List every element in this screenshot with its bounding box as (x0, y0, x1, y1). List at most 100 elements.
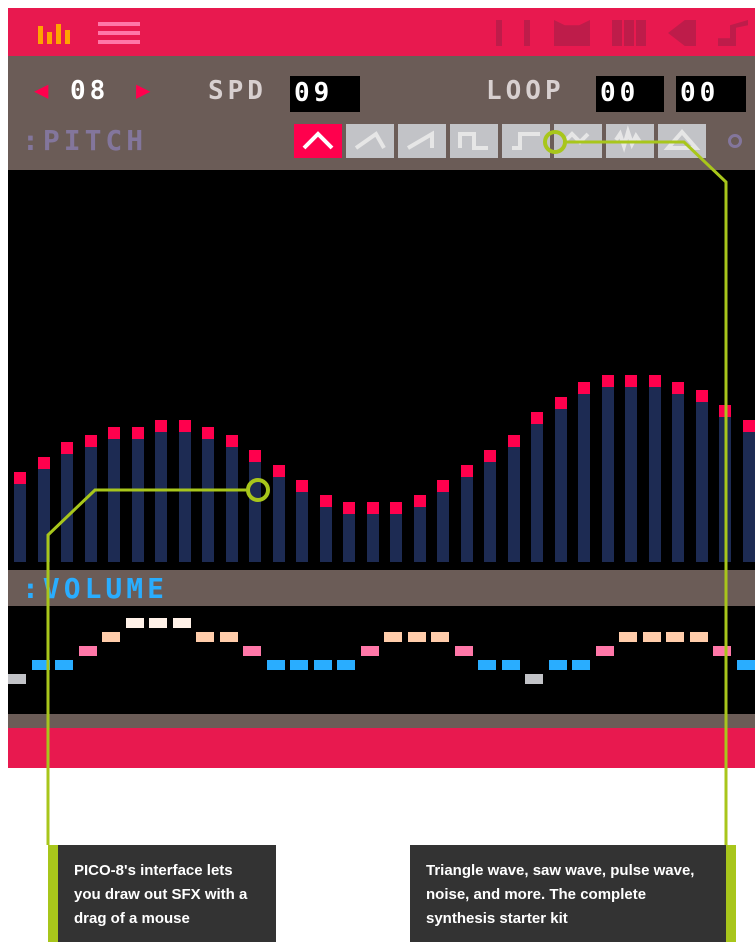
pitch-bar[interactable] (648, 374, 661, 562)
waveform-more-icon[interactable] (728, 134, 742, 148)
pitch-bar-tip (437, 479, 449, 492)
pitch-bar[interactable] (437, 479, 449, 562)
volume-step[interactable] (572, 660, 590, 670)
pitch-bar[interactable] (178, 419, 191, 562)
pitch-bar-tip (531, 412, 543, 424)
phaser-wave-button[interactable] (658, 124, 706, 158)
triangle-wave-button[interactable] (294, 124, 342, 158)
volume-step[interactable] (619, 632, 637, 642)
volume-step[interactable] (78, 646, 97, 656)
pitch-bar[interactable] (249, 449, 261, 562)
pitch-bar-tip (648, 374, 661, 387)
pitch-bar[interactable] (319, 494, 332, 562)
volume-step[interactable] (689, 632, 708, 642)
pitch-bar[interactable] (507, 434, 520, 562)
volume-step[interactable] (548, 660, 567, 670)
pitch-bar[interactable] (554, 397, 567, 562)
bars-icon[interactable] (38, 22, 70, 44)
pitch-bar[interactable] (14, 472, 26, 562)
pitch-bar[interactable] (296, 479, 308, 562)
volume-step[interactable] (313, 660, 332, 670)
pitch-bar-tip (108, 427, 120, 439)
loop-label: LOOP (486, 76, 565, 106)
pitch-bar[interactable] (578, 382, 590, 562)
speed-label: SPD (208, 76, 267, 106)
sprite-icon[interactable] (554, 20, 590, 46)
pitch-bar-tip (155, 419, 167, 432)
volume-step[interactable] (266, 660, 285, 670)
volume-step[interactable] (102, 632, 120, 642)
volume-step[interactable] (454, 646, 473, 656)
sfx-icon[interactable] (668, 20, 696, 46)
next-sfx-button[interactable]: ▶ (136, 76, 154, 104)
pitch-bar[interactable] (155, 419, 167, 562)
pitch-bar[interactable] (343, 502, 355, 562)
loop-start-field[interactable]: 00 (596, 76, 664, 112)
pitch-bar[interactable] (719, 404, 731, 562)
pitch-bar-tip (178, 419, 191, 432)
pitch-bar[interactable] (484, 449, 496, 562)
noise-wave-button[interactable] (606, 124, 654, 158)
pitch-bar[interactable] (672, 382, 684, 562)
pitch-bar-tip (202, 427, 214, 439)
volume-step[interactable] (431, 632, 449, 642)
pitch-bar[interactable] (601, 374, 614, 562)
pitch-bar[interactable] (366, 502, 379, 562)
pitch-bar[interactable] (625, 374, 637, 562)
volume-step[interactable] (55, 660, 73, 670)
volume-step[interactable] (196, 632, 214, 642)
pulse-wave-button[interactable] (502, 124, 550, 158)
volume-step[interactable] (31, 660, 50, 670)
saw-wave-button[interactable] (398, 124, 446, 158)
pitch-bar[interactable] (695, 389, 708, 562)
volume-step[interactable] (125, 618, 144, 628)
code-icon[interactable] (496, 20, 530, 46)
loop-end-field[interactable]: 00 (676, 76, 746, 112)
pitch-bar[interactable] (61, 442, 73, 562)
pitch-bar[interactable] (84, 434, 97, 562)
grid-icon[interactable] (98, 22, 140, 44)
speed-value: 09 (294, 78, 334, 108)
volume-step[interactable] (501, 660, 520, 670)
organ-wave-button[interactable] (554, 124, 602, 158)
speed-field[interactable]: 09 (290, 76, 360, 112)
volume-step[interactable] (290, 660, 308, 670)
volume-step[interactable] (642, 632, 661, 642)
volume-step[interactable] (736, 660, 755, 670)
pitch-graph[interactable] (8, 170, 755, 570)
volume-step[interactable] (219, 632, 238, 642)
volume-step[interactable] (666, 632, 684, 642)
volume-step[interactable] (525, 674, 543, 684)
volume-step[interactable] (337, 660, 355, 670)
pitch-bar[interactable] (272, 464, 285, 562)
pitch-bar[interactable] (413, 494, 426, 562)
pitch-bar-tip (695, 389, 708, 402)
pitch-bar[interactable] (460, 464, 473, 562)
map-icon[interactable] (612, 20, 646, 46)
volume-graph[interactable] (8, 606, 755, 714)
volume-step[interactable] (478, 660, 496, 670)
volume-step[interactable] (595, 646, 614, 656)
pitch-bar[interactable] (202, 427, 214, 562)
tilted-saw-wave-button[interactable] (346, 124, 394, 158)
volume-step[interactable] (360, 646, 379, 656)
volume-step[interactable] (384, 632, 402, 642)
pitch-bar[interactable] (225, 434, 238, 562)
pitch-bar[interactable] (390, 502, 402, 562)
music-icon[interactable] (718, 20, 748, 46)
square-wave-button[interactable] (450, 124, 498, 158)
pitch-bar[interactable] (531, 412, 543, 562)
volume-step[interactable] (149, 618, 167, 628)
pitch-bar[interactable] (742, 419, 755, 562)
volume-step[interactable] (407, 632, 426, 642)
volume-step[interactable] (713, 646, 731, 656)
prev-sfx-button[interactable]: ◀ (34, 76, 52, 104)
pitch-bar-tip (37, 457, 50, 469)
sfx-control-panel: ◀ 08 ▶ SPD 09 LOOP 00 00 :PITCH (8, 56, 755, 170)
volume-step[interactable] (243, 646, 261, 656)
pitch-bar[interactable] (131, 427, 144, 562)
pitch-bar[interactable] (37, 457, 50, 562)
volume-step[interactable] (172, 618, 191, 628)
volume-step[interactable] (8, 674, 26, 684)
pitch-bar[interactable] (108, 427, 120, 562)
